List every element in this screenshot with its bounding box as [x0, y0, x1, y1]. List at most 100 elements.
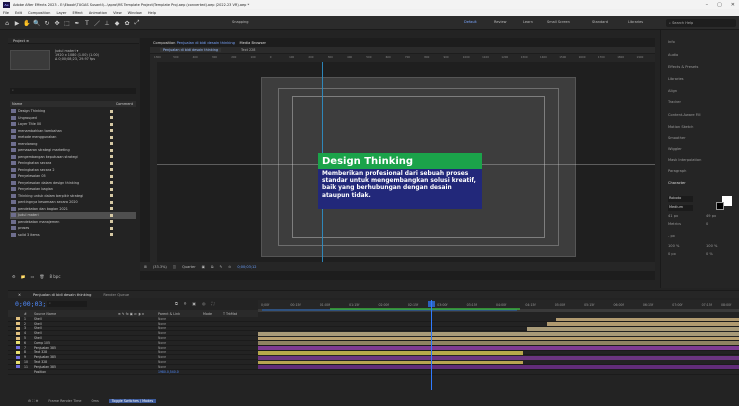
frame-blending-icon[interactable]: ◎ [202, 301, 206, 306]
rotation-tool-icon[interactable]: ↻ [43, 19, 51, 27]
panel-motion-sketch[interactable]: Motion Sketch [668, 125, 693, 129]
panel-audio[interactable]: Audio [668, 53, 678, 57]
draft-3d-icon[interactable]: ⌾ [184, 301, 186, 306]
flow-text-tab[interactable]: Text 228 [241, 48, 255, 52]
panel-tracker[interactable]: Tracker [668, 100, 681, 104]
shy-layers-icon[interactable]: ▣ [192, 301, 196, 306]
comp-flowchart-icon[interactable]: ⧉ [175, 301, 178, 306]
layer-duration-bar[interactable] [258, 346, 739, 351]
layer-name[interactable]: Penjualan 385 [34, 346, 56, 350]
label-color-swatch[interactable] [110, 142, 113, 146]
col-trkmat[interactable]: T TrkMat [223, 312, 237, 316]
flow-comp-tab[interactable]: Penjualan di bidi desain thinking [160, 48, 222, 52]
panel-smoother[interactable]: Smoother [668, 136, 686, 140]
layer-name[interactable]: Shell [34, 317, 42, 321]
layer-name[interactable]: Comp 105 [34, 341, 50, 345]
layer-duration-bar[interactable] [258, 365, 739, 370]
layer-label-color[interactable] [16, 346, 20, 350]
viewer-icon[interactable]: ✎ [219, 265, 222, 269]
label-color-swatch[interactable] [110, 226, 113, 230]
render-queue-tab[interactable]: Render Queue [103, 293, 129, 297]
panel-paragraph[interactable]: Paragraph [668, 169, 686, 173]
new-composition-icon[interactable]: ▭ [31, 274, 35, 279]
layer-mode-select[interactable]: None [158, 365, 166, 369]
viewer-icon[interactable]: ⊞ [144, 265, 147, 269]
home-icon[interactable]: ⌂ [3, 19, 11, 27]
font-size-field[interactable]: 41 px [668, 214, 678, 218]
layer-name[interactable]: Shell [34, 322, 42, 326]
workspace-libraries[interactable]: Libraries [628, 20, 643, 24]
layer-mode-select[interactable]: None [158, 326, 166, 330]
panel-content-aware-fill[interactable]: Content-Aware Fill [668, 113, 701, 117]
layer-mode-select[interactable]: None [158, 317, 166, 321]
tsume-field[interactable]: 0 % [706, 252, 713, 256]
snapping-toggle[interactable]: Snapping [232, 20, 248, 24]
layer-label-color[interactable] [16, 331, 20, 335]
label-color-swatch[interactable] [110, 207, 113, 211]
close-button[interactable]: ✕ [731, 2, 735, 8]
layer-name[interactable]: Shell [34, 331, 42, 335]
column-comment[interactable]: Comment [116, 102, 133, 106]
pen-tool-icon[interactable]: ✒ [73, 19, 81, 27]
kerning-field[interactable]: Metrics [668, 222, 681, 226]
resolution-select[interactable]: Quarter [182, 265, 196, 269]
layer-mode-select[interactable]: None [158, 322, 166, 326]
layer-mode-select[interactable]: None [158, 346, 166, 350]
layer-duration-bar[interactable] [258, 360, 523, 365]
layer-name[interactable]: Shell [34, 336, 42, 340]
interpret-footage-icon[interactable]: ⚙ [12, 274, 16, 279]
font-style-select[interactable]: Medium [668, 205, 693, 211]
menu-composition[interactable]: Composition [28, 11, 50, 15]
layer-mode-select[interactable]: None [158, 336, 166, 340]
panel-align[interactable]: Align [668, 89, 677, 93]
motion-blur-icon[interactable]: ⛶ [212, 301, 215, 306]
panel-info[interactable]: Info [668, 40, 675, 44]
col-mode[interactable]: Mode [203, 312, 212, 316]
project-search-input[interactable]: ⌕ [10, 88, 136, 94]
column-name[interactable]: Name [12, 102, 22, 106]
layer-duration-bar[interactable] [527, 327, 739, 331]
label-color-swatch[interactable] [110, 200, 113, 204]
layer-label-color[interactable] [16, 336, 20, 340]
label-color-swatch[interactable] [110, 194, 113, 198]
composition-tab[interactable]: Composition Penjualan di bidi desain thi… [153, 41, 266, 45]
layer-mode-select[interactable]: None [158, 360, 166, 364]
layer-label-color[interactable] [16, 365, 20, 369]
rectangle-tool-icon[interactable]: ⬚ [63, 19, 71, 27]
slide-title-box[interactable]: Design Thinking [318, 153, 482, 169]
workspace-small-screen[interactable]: Small Screen [547, 20, 570, 24]
viewer-icon[interactable]: ◫ [173, 265, 176, 269]
layer-mode-select[interactable]: None [158, 355, 166, 359]
anchor-tool-icon[interactable]: ✥ [53, 19, 61, 27]
workspace-standard[interactable]: Standard [592, 20, 608, 24]
snapshot-icon[interactable]: ⊙ [228, 265, 231, 269]
baseline-shift-field[interactable]: 0 px [668, 252, 676, 256]
menu-view[interactable]: View [113, 11, 122, 15]
label-color-swatch[interactable] [110, 161, 113, 165]
layer-mode-select[interactable]: None [158, 341, 166, 345]
puppet-tool-icon[interactable]: ⤢ [133, 19, 141, 27]
timeline-close-icon[interactable]: ✕ [18, 293, 21, 297]
delete-icon[interactable]: 🗑 [39, 274, 44, 279]
toggle-switches-modes-button[interactable]: Toggle Switches / Modes [108, 399, 157, 403]
layer-name[interactable]: Text 328 [34, 360, 47, 364]
roto-brush-tool-icon[interactable]: ✿ [123, 19, 131, 27]
label-color-swatch[interactable] [110, 187, 113, 191]
layer-name[interactable]: Penjualan 385 [34, 365, 56, 369]
tracking-field[interactable]: 0 [706, 222, 708, 226]
label-color-swatch[interactable] [110, 122, 113, 126]
label-color-swatch[interactable] [110, 213, 113, 217]
layer-name[interactable]: Penjualan 385 [34, 355, 56, 359]
search-help-input[interactable]: ⌕ Search Help [666, 19, 736, 27]
layer-name[interactable]: Position [34, 370, 46, 374]
project-item[interactable]: solid 3 items [10, 232, 136, 239]
layer-duration-bar[interactable] [258, 336, 739, 341]
layer-duration-bar[interactable] [258, 341, 739, 346]
layer-label-color[interactable] [16, 326, 20, 330]
workspace-default[interactable]: Default [464, 20, 477, 24]
media-browser-tab[interactable]: Media Browser [240, 41, 267, 45]
layer-label-color[interactable] [16, 317, 20, 321]
menu-edit[interactable]: Edit [15, 11, 22, 15]
layer-duration-bar[interactable] [258, 355, 739, 360]
label-color-swatch[interactable] [110, 155, 113, 159]
